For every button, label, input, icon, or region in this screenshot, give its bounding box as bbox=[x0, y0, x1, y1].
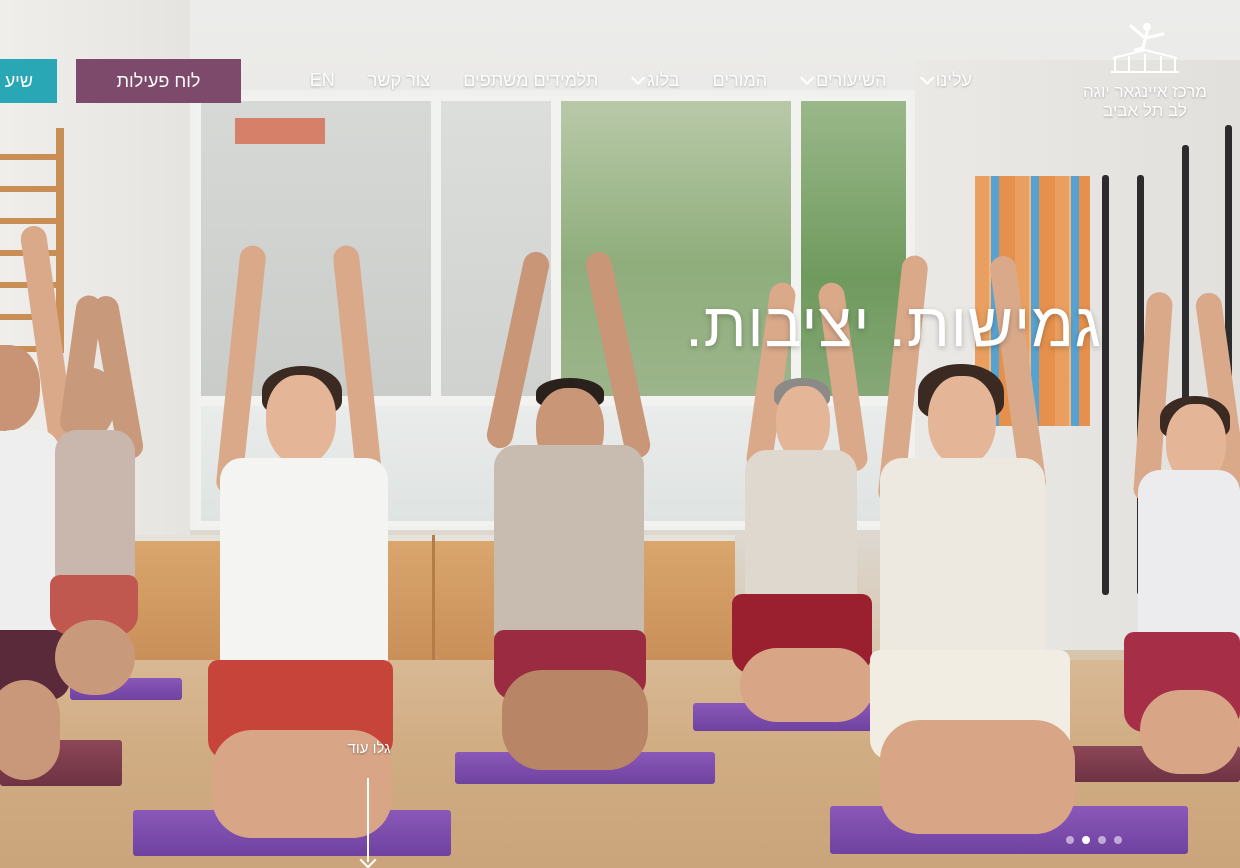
arrow-down-icon bbox=[367, 778, 369, 862]
class-signup-label: שיע bbox=[4, 70, 33, 91]
site-header: מרכז איינגאר יוגה לב תל אביב עלינו השיעו… bbox=[0, 0, 1240, 130]
site-logo[interactable]: מרכז איינגאר יוגה לב תל אביב bbox=[1070, 20, 1220, 120]
window-pane bbox=[436, 96, 556, 401]
nav-item-label: בלוג bbox=[647, 69, 680, 90]
bench-divider bbox=[432, 535, 435, 663]
nav-item-label: עלינו bbox=[935, 69, 972, 90]
nav-item-label: EN bbox=[309, 69, 335, 90]
slider-dot[interactable] bbox=[1098, 836, 1106, 844]
nav-item-teachers[interactable]: המורים bbox=[713, 70, 768, 91]
main-nav: עלינו השיעורים המורים בלוג תלמידים משתפי… bbox=[310, 66, 972, 94]
hero-title: גמישות. יציבות. bbox=[685, 291, 1102, 360]
slider-dot[interactable] bbox=[1066, 836, 1074, 844]
nav-item-blog[interactable]: בלוג bbox=[631, 69, 680, 91]
nav-item-label: השיעורים bbox=[816, 69, 887, 90]
language-switch-en[interactable]: EN bbox=[310, 70, 335, 91]
scroll-down-label: גלו עוד bbox=[347, 740, 391, 757]
nav-item-classes[interactable]: השיעורים bbox=[800, 70, 887, 91]
nav-item-about[interactable]: עלינו bbox=[919, 69, 972, 91]
slider-dot[interactable] bbox=[1114, 836, 1122, 844]
wall-rope bbox=[1102, 175, 1109, 595]
slider-dot[interactable] bbox=[1082, 836, 1090, 844]
logo-subtitle: לב תל אביב bbox=[1103, 101, 1187, 120]
scroll-down-link[interactable]: גלו עוד bbox=[334, 740, 404, 868]
nav-item-label: המורים bbox=[712, 69, 768, 90]
nav-item-contact[interactable]: צור קשר bbox=[368, 70, 430, 91]
chevron-down-icon bbox=[919, 70, 934, 85]
logo-title: מרכז איינגאר יוגה bbox=[1083, 82, 1207, 101]
chevron-down-icon bbox=[631, 70, 646, 85]
yoga-pose-pavilion-icon bbox=[1111, 23, 1179, 73]
slider-pagination bbox=[1066, 836, 1122, 844]
chevron-down-icon bbox=[800, 70, 815, 85]
nav-item-label: צור קשר bbox=[367, 69, 431, 90]
nav-item-testimonials[interactable]: תלמידים משתפים bbox=[463, 70, 598, 91]
activity-schedule-button[interactable]: לוח פעילות bbox=[76, 59, 241, 103]
hero-image bbox=[0, 0, 1240, 868]
nav-item-label: תלמידים משתפים bbox=[463, 69, 599, 90]
activity-schedule-label: לוח פעילות bbox=[116, 70, 201, 91]
class-signup-button[interactable]: שיע bbox=[0, 59, 57, 103]
